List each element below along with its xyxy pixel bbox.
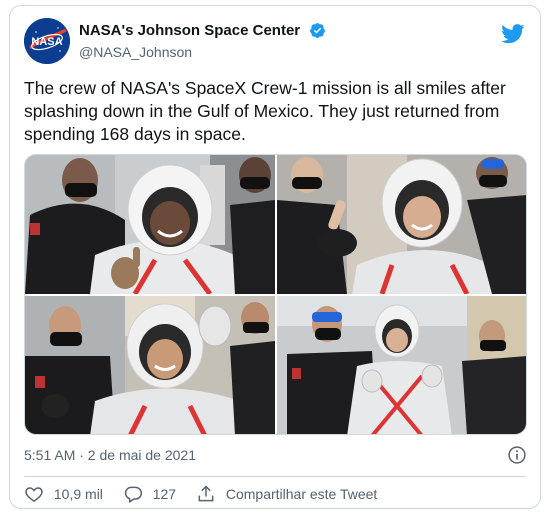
reply-icon [124, 486, 142, 503]
avatar[interactable]: NASA [24, 18, 70, 64]
astronaut-photo-image [25, 155, 275, 294]
media-grid[interactable] [24, 154, 527, 435]
astronaut-photo-image [277, 296, 526, 434]
share-icon [198, 485, 214, 502]
verified-badge-icon [309, 23, 325, 39]
tweet-card[interactable]: NASA NASA's Johnson Space Center @NASA_J… [9, 5, 541, 509]
share-label: Compartilhar este Tweet [225, 486, 378, 502]
like-button[interactable]: 10,9 mil [24, 484, 103, 504]
nasa-logo-icon: NASA [24, 18, 70, 64]
tweet-header: NASA NASA's Johnson Space Center @NASA_J… [24, 18, 529, 66]
photo-3[interactable] [25, 296, 275, 434]
reply-button[interactable]: 127 [123, 484, 176, 504]
like-count: 10,9 mil [53, 486, 103, 502]
photo-1[interactable] [25, 155, 275, 294]
astronaut-photo-image [277, 155, 526, 294]
info-icon[interactable] [507, 445, 527, 465]
heart-icon [25, 487, 43, 502]
action-bar: 10,9 mil 127 Compartilhar este Tweet [24, 484, 393, 506]
avatar-text: NASA [31, 36, 62, 48]
handle[interactable]: @NASA_Johnson [79, 44, 192, 60]
tweet-text: The crew of NASA's SpaceX Crew-1 mission… [24, 78, 506, 144]
astronaut-photo-image [25, 296, 275, 434]
twitter-bird-icon[interactable] [501, 24, 525, 44]
name-row: NASA's Johnson Space Center [79, 22, 326, 42]
tweet-timestamp[interactable]: 5:51 AM · 2 de mai de 2021 [24, 447, 196, 463]
divider [24, 476, 526, 477]
photo-4[interactable] [277, 296, 526, 434]
display-name[interactable]: NASA's Johnson Space Center [79, 22, 300, 39]
photo-2[interactable] [277, 155, 526, 294]
share-button[interactable]: Compartilhar este Tweet [196, 484, 377, 504]
reply-count: 127 [152, 486, 177, 502]
